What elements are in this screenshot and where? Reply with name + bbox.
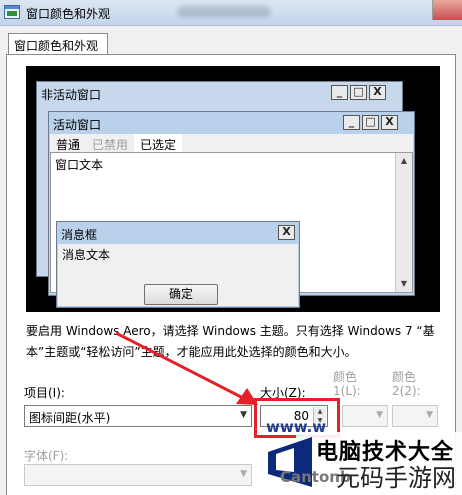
chevron-down-icon: ▼: [376, 410, 383, 420]
message-box-preview: 消息框 X 消息文本 确定: [56, 221, 300, 308]
color1-label-line1: 颜色: [333, 370, 358, 384]
item-label: 项目(I):: [24, 386, 65, 400]
color2-picker[interactable]: ▼: [392, 405, 438, 427]
message-text: 消息文本: [62, 248, 111, 262]
scroll-up-icon: ▲: [400, 156, 408, 165]
minimize-icon: _: [343, 115, 360, 130]
active-window-title: 活动窗口: [53, 118, 102, 132]
chevron-down-icon: ▼: [240, 469, 247, 479]
message-box-body: 消息文本 确定: [58, 244, 298, 306]
window-text: 窗口文本: [55, 158, 104, 172]
font-label: 字体(F):: [24, 449, 69, 463]
window-close-button[interactable]: [432, 0, 462, 20]
maximize-icon: □: [362, 115, 379, 130]
tab-window-color-appearance[interactable]: 窗口颜色和外观: [8, 33, 108, 55]
close-icon: X: [278, 225, 295, 240]
chevron-down-icon: ▼: [240, 410, 247, 420]
app-window-icon: [4, 5, 20, 19]
title-bar: 窗口颜色和外观: [0, 0, 462, 26]
ok-button-preview: 确定: [144, 284, 218, 305]
watermark-bottom-text: 元码手游网: [336, 464, 456, 492]
inactive-window-title: 非活动窗口: [41, 88, 102, 102]
menu-item-selected: 已选定: [134, 134, 183, 152]
close-icon: X: [381, 115, 398, 130]
scroll-down-icon: ▼: [400, 279, 408, 288]
menu-item-normal: 普通: [56, 138, 81, 152]
color2-label-line2: 2(2):: [392, 384, 421, 398]
color1-picker[interactable]: ▼: [342, 405, 388, 427]
window-title: 窗口颜色和外观: [26, 7, 111, 21]
message-box-title: 消息框: [61, 228, 98, 242]
close-icon: X: [369, 85, 386, 100]
minimize-icon: _: [331, 85, 348, 100]
color1-label-line2: 1(L):: [333, 384, 361, 398]
preview-menu-bar: 普通 已禁用 已选定: [50, 134, 413, 152]
chevron-down-icon: ▼: [426, 410, 433, 420]
preview-scrollbar: ▲ ▼: [395, 153, 412, 292]
item-select-value: 图标间距(水平): [29, 411, 111, 425]
color2-label-line1: 颜色: [392, 370, 417, 384]
menu-item-disabled: 已禁用: [92, 138, 129, 152]
aero-description: 要启用 Windows Aero，请选择 Windows 主题。只有选择 Win…: [26, 324, 435, 359]
item-select[interactable]: 图标间距(水平) ▼: [24, 405, 252, 427]
blurred-title-region: [178, 6, 270, 18]
appearance-preview: 非活动窗口 _ □ X 活动窗口 _ □ X 普通 已禁用 已选定 窗口文本 ▲…: [26, 66, 440, 312]
font-select[interactable]: ▼: [24, 464, 252, 486]
maximize-icon: □: [350, 85, 367, 100]
